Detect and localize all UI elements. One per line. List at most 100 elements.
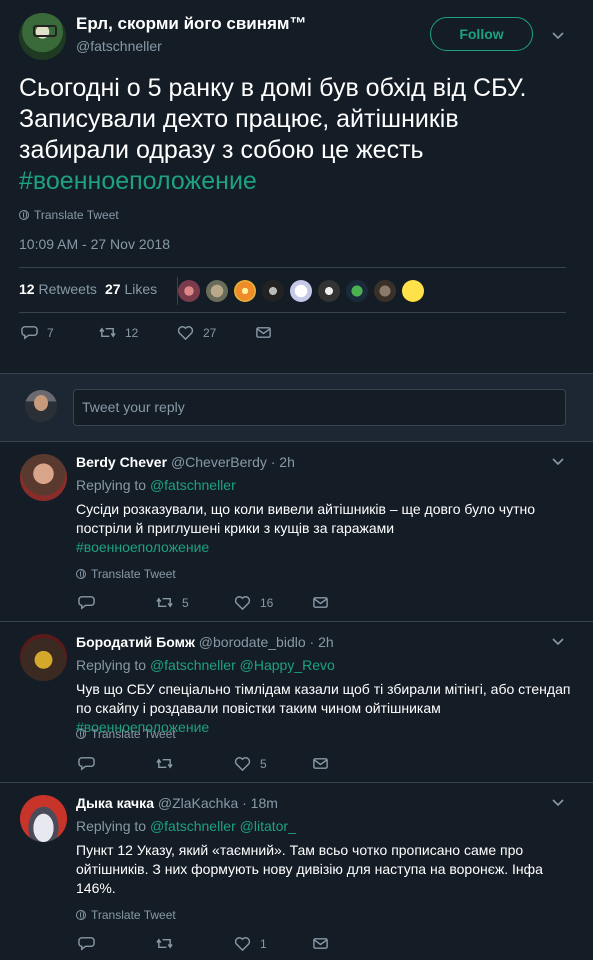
replying-label: Replying to [76,477,147,493]
dm-action[interactable] [255,324,272,341]
likes-stat[interactable]: 27 Likes [105,281,157,297]
globe-icon [19,210,29,220]
like-count: 1 [260,936,267,951]
liker-avatar[interactable] [290,280,312,302]
replying-to: Replying to @fatschneller [76,477,236,493]
reply-time[interactable]: · 18m [242,795,278,811]
reply-header: Berdy Chever @CheverBerdy · 2h [76,454,295,470]
reply-tweet: Бородатий Бомж @borodate_bidlo · 2h Repl… [0,622,593,783]
globe-icon [76,910,86,920]
like-action[interactable]: 27 [177,324,216,341]
chevron-down-icon[interactable] [552,29,564,41]
reply-author-handle[interactable]: @CheverBerdy [171,454,267,470]
reply-body: Сусіди розказували, що коли вивели айтіш… [76,501,536,536]
reply-icon [78,596,95,610]
like-action[interactable]: 16 [234,594,273,611]
translate-tweet[interactable]: Translate Tweet [76,727,176,741]
reply-avatar[interactable] [20,454,67,501]
reply-body: Пункт 12 Указу, який «таємний». Там всьо… [76,842,543,896]
retweets-stat[interactable]: 12 Retweets [19,281,97,297]
replying-to: Replying to @fatschneller @litator_ [76,818,296,834]
replying-to-handle[interactable]: @fatschneller [150,818,236,834]
liker-avatar[interactable] [318,280,340,302]
reply-header: Дыка качка @ZlaKachka · 18m [76,795,278,811]
globe-icon [76,729,86,739]
reply-header: Бородатий Бомж @borodate_bidlo · 2h [76,634,334,650]
envelope-icon [313,758,328,769]
heart-icon [234,596,251,611]
envelope-icon [313,938,328,949]
liker-avatar[interactable] [206,280,228,302]
translate-tweet[interactable]: Translate Tweet [76,567,176,581]
reply-actions: 5 [76,755,346,773]
reply-author-name[interactable]: Бородатий Бомж [76,634,195,650]
reply-actions: 1 [76,935,346,953]
translate-label: Translate Tweet [91,567,176,581]
reply-action[interactable] [78,594,95,611]
reply-actions: 5 16 [76,594,346,612]
reply-input[interactable]: Tweet your reply [73,389,566,426]
likers-avatars [177,277,424,305]
reply-time[interactable]: · 2h [310,634,334,650]
translate-label: Translate Tweet [91,908,176,922]
retweet-icon [99,327,116,338]
reply-hashtag[interactable]: #военноеположение [76,539,209,555]
liker-avatar[interactable] [262,280,284,302]
liker-avatar[interactable] [234,280,256,302]
author-handle[interactable]: @fatschneller [76,38,162,54]
translate-tweet[interactable]: Translate Tweet [76,908,176,922]
reply-author-handle[interactable]: @ZlaKachka [158,795,238,811]
liker-avatar[interactable] [178,280,200,302]
reply-author-handle[interactable]: @borodate_bidlo [199,634,306,650]
translate-label: Translate Tweet [34,208,119,222]
reply-action[interactable] [78,755,95,772]
globe-icon [76,569,86,579]
like-count: 16 [260,595,274,610]
retweet-action[interactable] [156,935,173,952]
tweet-hashtag[interactable]: #военноеположение [19,166,579,197]
tweet-timestamp[interactable]: 10:09 AM - 27 Nov 2018 [19,236,170,252]
reply-author-name[interactable]: Berdy Chever [76,454,167,470]
reply-author-name[interactable]: Дыка качка [76,795,154,811]
translate-tweet[interactable]: Translate Tweet [19,208,119,222]
reply-action[interactable] [78,935,95,952]
tweet-text-line: забирали одразу з собою це жесть [19,136,424,164]
replying-to-handle[interactable]: @fatschneller [150,657,236,673]
author-avatar[interactable] [19,13,66,60]
tweet-actions: 7 12 27 [19,324,566,344]
chevron-down-icon[interactable] [552,796,564,808]
reply-time[interactable]: · 2h [271,454,295,470]
reply-action[interactable]: 7 [21,324,54,341]
replying-to-handle[interactable]: @fatschneller [150,477,236,493]
retweet-icon [156,758,173,769]
replying-to-handle[interactable]: @litator_ [240,818,296,834]
chevron-down-icon[interactable] [552,635,564,647]
reply-icon [78,757,95,771]
reply-text: Пункт 12 Указу, який «таємний». Там всьо… [76,841,571,898]
retweet-icon [156,597,173,608]
like-count: 5 [260,756,267,771]
retweet-action[interactable]: 5 [156,594,189,611]
liker-avatar[interactable] [402,280,424,302]
retweet-action[interactable]: 12 [99,324,138,341]
dm-action[interactable] [312,594,329,611]
reply-count: 7 [47,325,54,340]
replying-label: Replying to [76,657,147,673]
author-name[interactable]: Ерл, скорми його свиням™ [76,14,307,34]
like-action[interactable]: 1 [234,935,267,952]
reply-avatar[interactable] [20,795,67,842]
follow-button[interactable]: Follow [430,17,533,51]
liker-avatar[interactable] [374,280,396,302]
reply-avatar[interactable] [20,634,67,681]
liker-avatar[interactable] [346,280,368,302]
likes-count: 27 [105,281,121,297]
replying-to-handle[interactable]: @Happy_Revo [240,657,335,673]
retweet-count: 5 [182,595,189,610]
retweet-action[interactable] [156,755,173,772]
like-action[interactable]: 5 [234,755,267,772]
dm-action[interactable] [312,755,329,772]
retweets-count: 12 [19,281,35,297]
replying-to: Replying to @fatschneller @Happy_Revo [76,657,335,673]
dm-action[interactable] [312,935,329,952]
chevron-down-icon[interactable] [552,455,564,467]
